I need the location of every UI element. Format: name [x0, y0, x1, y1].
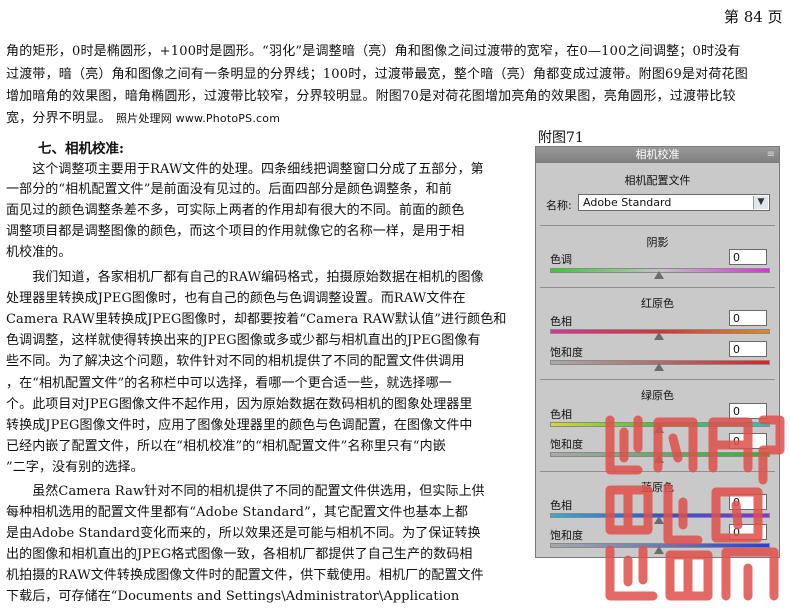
body-line: Camera RAW里转换成JPEG图像时，却都要按着“Camera RAW默认… — [6, 312, 507, 327]
page-number: 第 84 页 — [724, 8, 783, 26]
shadows-heading: 阴影 — [646, 236, 669, 249]
name-label: 名称: — [546, 199, 572, 212]
shadows-tint-field[interactable]: 0 — [729, 249, 767, 265]
panel-title: 相机校准 — [635, 148, 680, 161]
green-heading: 绿原色 — [641, 389, 674, 402]
body-line: 是由Adobe Standard变化而来的，所以效果还是可能与相机不同。为了保证… — [6, 526, 481, 541]
intro-line-1: 角的矩形，0时是椭圆形，+100时是圆形。“羽化”是调整暗（亮）角和图像之间过渡… — [6, 44, 741, 59]
body-line: 这个调整项主要用于RAW文件的处理。四条细线把调整窗口分成了五部分，第 — [6, 162, 484, 177]
body-line: 调整项目都是调整图像的颜色，而这个项目的作用就像它的名称一样，是用于相 — [6, 224, 465, 239]
red-hue-label: 色相 — [550, 315, 572, 328]
body-line: 面见过的颜色调整条差不多，可实际上两者的作用却有很大的不同。前面的颜色 — [6, 203, 465, 218]
body-line: 虽然Camera Raw针对不同的相机提供了不同的配置文件供选用，但实际上供 — [6, 484, 485, 499]
divider — [540, 379, 775, 380]
chevron-down-icon[interactable]: ▼ — [753, 196, 768, 209]
intro-line-2: 过渡带，暗（亮）角和图像之间有一条明显的分界线；100时，过渡带最宽，整个暗（亮… — [6, 67, 748, 82]
red-hue-thumb[interactable] — [654, 332, 664, 340]
figure-label: 附图71 — [538, 130, 584, 146]
section-heading: 七、相机校准: — [38, 141, 124, 157]
body-line: 机校准的。 — [6, 245, 72, 260]
shadows-tint-label: 色调 — [550, 253, 572, 266]
blue-sat-label: 饱和度 — [550, 529, 583, 542]
blue-hue-label: 色相 — [550, 499, 572, 512]
green-sat-label: 饱和度 — [550, 438, 583, 451]
body-line: 出的图像和相机直出的JPEG格式图像一致，各相机厂都提供了自己生产的数码相 — [6, 547, 473, 562]
profile-select[interactable]: Adobe Standard ▼ — [578, 194, 770, 211]
body-line: 一部分的“相机配置文件”是前面没有见过的。后面四部分是颜色调整条，和前 — [6, 182, 452, 197]
intro-line-3: 增加暗角的效果图，暗角椭圆形，过渡带比较窄，分界较明显。附图70是对荷花图增加亮… — [6, 89, 736, 104]
red-hue-field[interactable]: 0 — [729, 310, 767, 326]
seal-watermark — [605, 415, 785, 601]
body-line: ”二字，没有别的选择。 — [6, 460, 144, 475]
panel-title-bar: 相机校准 ≡ — [536, 147, 779, 163]
body-line: 机拍摄的RAW文件转换成图像文件时的配置文件，供下载使用。相机厂的配置文件 — [6, 568, 484, 583]
body-line: 已经内嵌了配置文件，所以在“相机校准”的“相机配置文件”名称里只有“内嵌 — [6, 439, 446, 454]
credit-text: 照片处理网 www.PhotoPS.com — [115, 112, 281, 125]
body-line: 色调调整，这样就使得转换出来的JPEG图像或多或少都与相机直出的JPEG图像有 — [6, 333, 481, 348]
body-line: ，在“相机配置文件”的名称栏中可以选择，看哪一个更合适一些，就选择哪一 — [6, 376, 452, 391]
panel-menu-icon[interactable]: ≡ — [767, 147, 775, 163]
body-line: 处理器里转换成JPEG图像时，也有自己的颜色与色调调整设置。而RAW文件在 — [6, 291, 466, 306]
seal-strokes — [605, 415, 785, 601]
intro-line-4-text: 宽，分界不明显。 — [6, 111, 112, 126]
body-line: 个。此项目对JPEG图像文件不起作用，因为原始数据在数码相机的图象处理器里 — [6, 397, 473, 412]
profile-heading: 相机配置文件 — [624, 174, 691, 187]
red-sat-field[interactable]: 0 — [729, 341, 767, 357]
body-line: 我们知道，各家相机厂都有自己的RAW编码格式，拍摄原始数据在相机的图像 — [6, 270, 484, 285]
profile-select-value: Adobe Standard — [583, 196, 672, 209]
intro-line-4: 宽，分界不明显。 照片处理网 www.PhotoPS.com — [6, 107, 280, 126]
red-sat-thumb[interactable] — [654, 363, 664, 371]
green-hue-label: 色相 — [550, 408, 572, 421]
red-sat-label: 饱和度 — [550, 346, 583, 359]
body-line: 转换成JPEG图像文件时，应用了图像处理器里的颜色与色调配置，在图像文件中 — [6, 418, 473, 433]
red-heading: 红原色 — [641, 297, 674, 310]
shadows-tint-thumb[interactable] — [654, 271, 664, 279]
body-line: 下载后，可存储在“Documents and Settings\Administ… — [6, 589, 460, 604]
divider — [540, 287, 775, 288]
body-line: 每种相机选用的配置文件里都有“Adobe Standard”，其它配置文件也基本… — [6, 505, 469, 520]
divider — [540, 225, 775, 226]
body-line: 些不同。为了解决这个问题，软件针对不同的相机提供了不同的配置文件供调用 — [6, 354, 465, 369]
